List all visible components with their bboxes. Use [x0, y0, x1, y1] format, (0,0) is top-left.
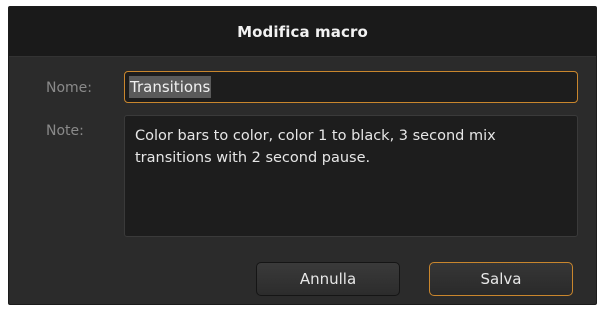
cancel-button[interactable]: Annulla [256, 262, 400, 296]
save-button[interactable]: Salva [429, 262, 573, 296]
cancel-button-label: Annulla [299, 270, 357, 288]
note-textarea[interactable]: Color bars to color, color 1 to black, 3… [124, 115, 578, 237]
dialog-titlebar: Modifica macro [9, 7, 596, 57]
note-label: Note: [46, 123, 84, 139]
dialog-title: Modifica macro [237, 22, 368, 41]
name-input[interactable]: Transitions [124, 71, 578, 103]
name-input-value: Transitions [129, 76, 212, 98]
save-button-label: Salva [480, 270, 522, 288]
name-label: Nome: [46, 80, 93, 96]
edit-macro-dialog: Modifica macro Nome: Transitions Note: C… [8, 6, 597, 305]
